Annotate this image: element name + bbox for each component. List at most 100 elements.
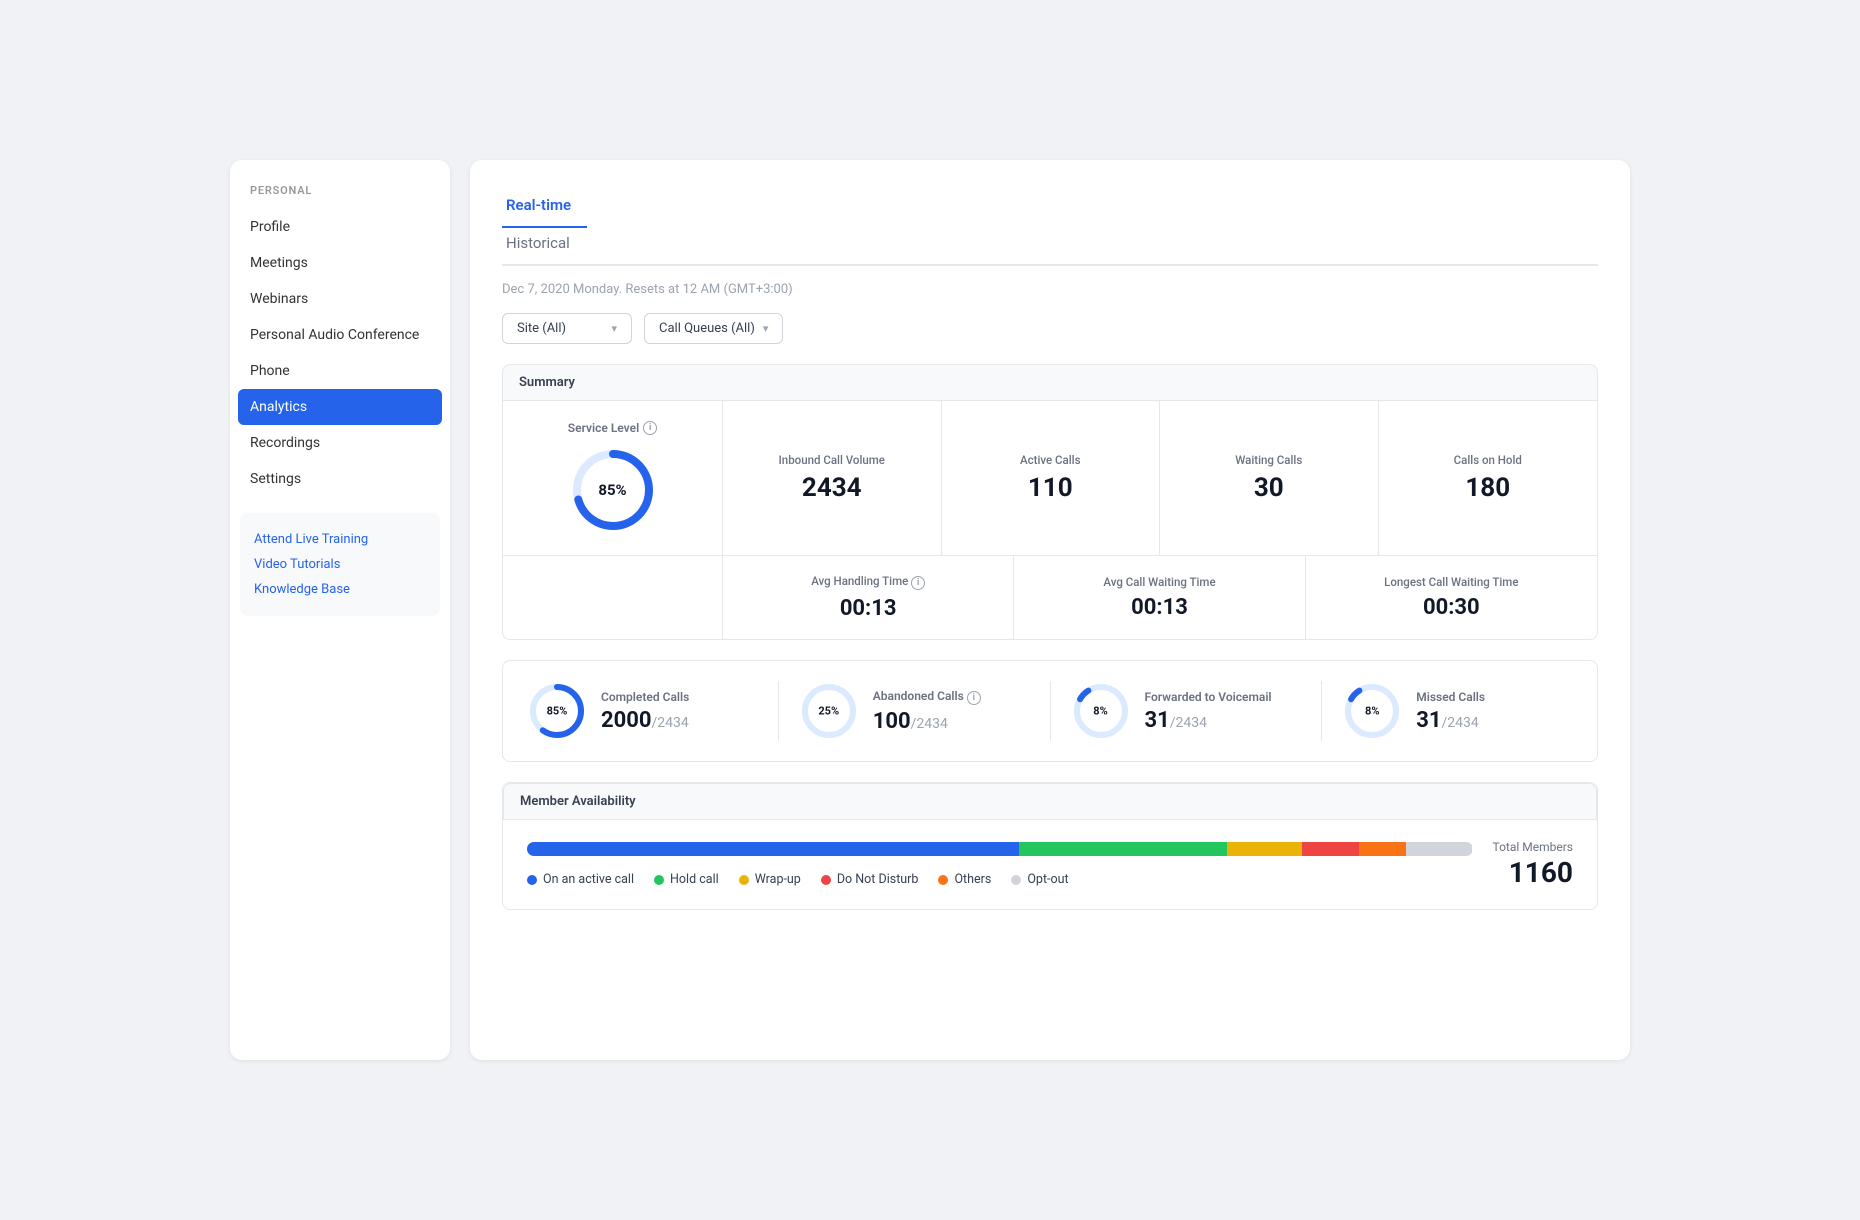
metric-value: 00:30 <box>1423 595 1480 620</box>
sidebar-item-profile[interactable]: Profile <box>230 209 450 245</box>
legend-row: On an active call Hold call Wrap-up Do N… <box>527 872 1473 887</box>
legend-label: Others <box>954 872 991 887</box>
metric-value: 00:13 <box>1131 595 1188 620</box>
metric-value: 2434 <box>802 473 862 503</box>
sidebar-item-personal-audio-conference[interactable]: Personal Audio Conference <box>230 317 450 353</box>
metric-value: 110 <box>1028 473 1073 503</box>
summary-section-header: Summary <box>502 364 1598 401</box>
total-members-label: Total Members <box>1493 840 1574 854</box>
call-stat-count: 100/2434 <box>873 709 981 734</box>
legend-label: Opt-out <box>1027 872 1068 887</box>
site-dropdown[interactable]: Site (All) ▾ <box>502 313 632 344</box>
service-level-label: Service Level i <box>568 421 657 435</box>
info-icon: i <box>967 691 981 705</box>
legend-dot <box>938 875 948 885</box>
legend-dot <box>821 875 831 885</box>
metric-cell-waiting-calls: Waiting Calls 30 <box>1160 401 1379 555</box>
sidebar-link-knowledge-base[interactable]: Knowledge Base <box>250 577 430 602</box>
call-stat-info: Missed Calls 31/2434 <box>1416 690 1485 733</box>
metric-label: Avg Call Waiting Time <box>1103 575 1215 589</box>
legend-dot <box>654 875 664 885</box>
metric-cell-avg-call-waiting-time: Avg Call Waiting Time 00:13 <box>1014 556 1305 639</box>
sidebar-links: Attend Live TrainingVideo TutorialsKnowl… <box>240 513 440 616</box>
bar-segment-on-active-call <box>527 842 1019 856</box>
availability-flex: On an active call Hold call Wrap-up Do N… <box>527 840 1573 889</box>
metric-label: Avg Handling Time i <box>811 574 925 590</box>
sidebar-item-recordings[interactable]: Recordings <box>230 425 450 461</box>
summary-row-1: Service Level i 85% Inbound Call Volume … <box>503 401 1597 556</box>
small-donut: 8% <box>1342 681 1402 741</box>
sidebar-link-video-tutorials[interactable]: Video Tutorials <box>250 552 430 577</box>
metric-cell-inbound-call-volume: Inbound Call Volume 2434 <box>723 401 942 555</box>
legend-dot <box>1011 875 1021 885</box>
legend-item-on-active-call: On an active call <box>527 872 634 887</box>
metric-label: Calls on Hold <box>1454 453 1522 467</box>
availability-section: Member Availability On an active call Ho… <box>502 782 1598 910</box>
donut-percent: 8% <box>1365 705 1379 718</box>
main-content: Real-timeHistorical Dec 7, 2020 Monday. … <box>470 160 1630 1060</box>
availability-body: On an active call Hold call Wrap-up Do N… <box>503 820 1597 909</box>
app-container: PERSONAL ProfileMeetingsWebinarsPersonal… <box>230 160 1630 1060</box>
legend-dot <box>527 875 537 885</box>
sidebar-item-analytics[interactable]: Analytics <box>238 389 442 425</box>
sidebar-item-webinars[interactable]: Webinars <box>230 281 450 317</box>
sidebar-item-settings[interactable]: Settings <box>230 461 450 497</box>
metric-cell-active-calls: Active Calls 110 <box>942 401 1161 555</box>
call-stat-total: /2434 <box>1442 715 1479 731</box>
call-stat-forwarded-to-voicemail: 8% Forwarded to Voicemail 31/2434 <box>1071 681 1323 741</box>
call-stat-title: Abandoned Calls i <box>873 689 981 705</box>
call-stat-abandoned-calls: 25% Abandoned Calls i 100/2434 <box>799 681 1051 741</box>
date-label: Dec 7, 2020 Monday. Resets at 12 AM (GMT… <box>502 282 1598 297</box>
call-stat-title: Completed Calls <box>601 690 689 704</box>
legend-item-wrap-up: Wrap-up <box>739 872 801 887</box>
summary-block: Service Level i 85% Inbound Call Volume … <box>502 401 1598 640</box>
filters-row: Site (All) ▾ Call Queues (All) ▾ <box>502 313 1598 344</box>
call-stat-info: Abandoned Calls i 100/2434 <box>873 689 981 734</box>
metric-label: Longest Call Waiting Time <box>1384 575 1518 589</box>
bar-segment-wrap-up <box>1227 842 1303 856</box>
site-dropdown-label: Site (All) <box>517 321 566 336</box>
call-stat-total: /2434 <box>911 716 948 732</box>
donut-percent: 8% <box>1093 705 1107 718</box>
legend-item-others: Others <box>938 872 991 887</box>
service-level-donut: 85% <box>568 445 658 535</box>
legend-item-hold-call: Hold call <box>654 872 719 887</box>
sidebar-section-label: PERSONAL <box>230 184 450 209</box>
metric-value: 00:13 <box>840 596 897 621</box>
sidebar-item-meetings[interactable]: Meetings <box>230 245 450 281</box>
call-stat-count: 2000/2434 <box>601 708 689 733</box>
call-queues-dropdown[interactable]: Call Queues (All) ▾ <box>644 313 783 344</box>
metric-cell-avg-handling-time: Avg Handling Time i 00:13 <box>723 556 1014 639</box>
chevron-down-icon: ▾ <box>763 322 769 335</box>
small-donut: 85% <box>527 681 587 741</box>
donut-percent: 85% <box>547 705 568 718</box>
legend-label: On an active call <box>543 872 634 887</box>
small-donut: 8% <box>1071 681 1131 741</box>
summary-row-2: Avg Handling Time i 00:13 Avg Call Waiti… <box>503 556 1597 639</box>
legend-label: Wrap-up <box>755 872 801 887</box>
tabs: Real-timeHistorical <box>502 188 1598 266</box>
legend-label: Hold call <box>670 872 719 887</box>
metric-label: Inbound Call Volume <box>779 453 885 467</box>
bar-segment-opt-out <box>1406 842 1472 856</box>
bar-segment-others <box>1359 842 1406 856</box>
tab-historical[interactable]: Historical <box>502 226 587 264</box>
availability-bar-legend: On an active call Hold call Wrap-up Do N… <box>527 842 1473 887</box>
call-stat-title: Missed Calls <box>1416 690 1485 704</box>
call-stat-missed-calls: 8% Missed Calls 31/2434 <box>1342 681 1573 741</box>
bar-segment-hold-call <box>1019 842 1227 856</box>
call-stat-total: /2434 <box>652 715 689 731</box>
call-stat-info: Forwarded to Voicemail 31/2434 <box>1145 690 1272 733</box>
sidebar-link-attend-live-training[interactable]: Attend Live Training <box>250 527 430 552</box>
service-level-cell: Service Level i 85% <box>503 401 723 555</box>
bar-segment-do-not-disturb <box>1302 842 1359 856</box>
metric-cell-calls-on-hold: Calls on Hold 180 <box>1379 401 1598 555</box>
sidebar-item-phone[interactable]: Phone <box>230 353 450 389</box>
chevron-down-icon: ▾ <box>611 322 617 335</box>
legend-item-opt-out: Opt-out <box>1011 872 1068 887</box>
tab-realtime[interactable]: Real-time <box>502 188 587 226</box>
metric-value: 180 <box>1465 473 1510 503</box>
sidebar: PERSONAL ProfileMeetingsWebinarsPersonal… <box>230 160 450 1060</box>
legend-dot <box>739 875 749 885</box>
call-queues-dropdown-label: Call Queues (All) <box>659 321 755 336</box>
